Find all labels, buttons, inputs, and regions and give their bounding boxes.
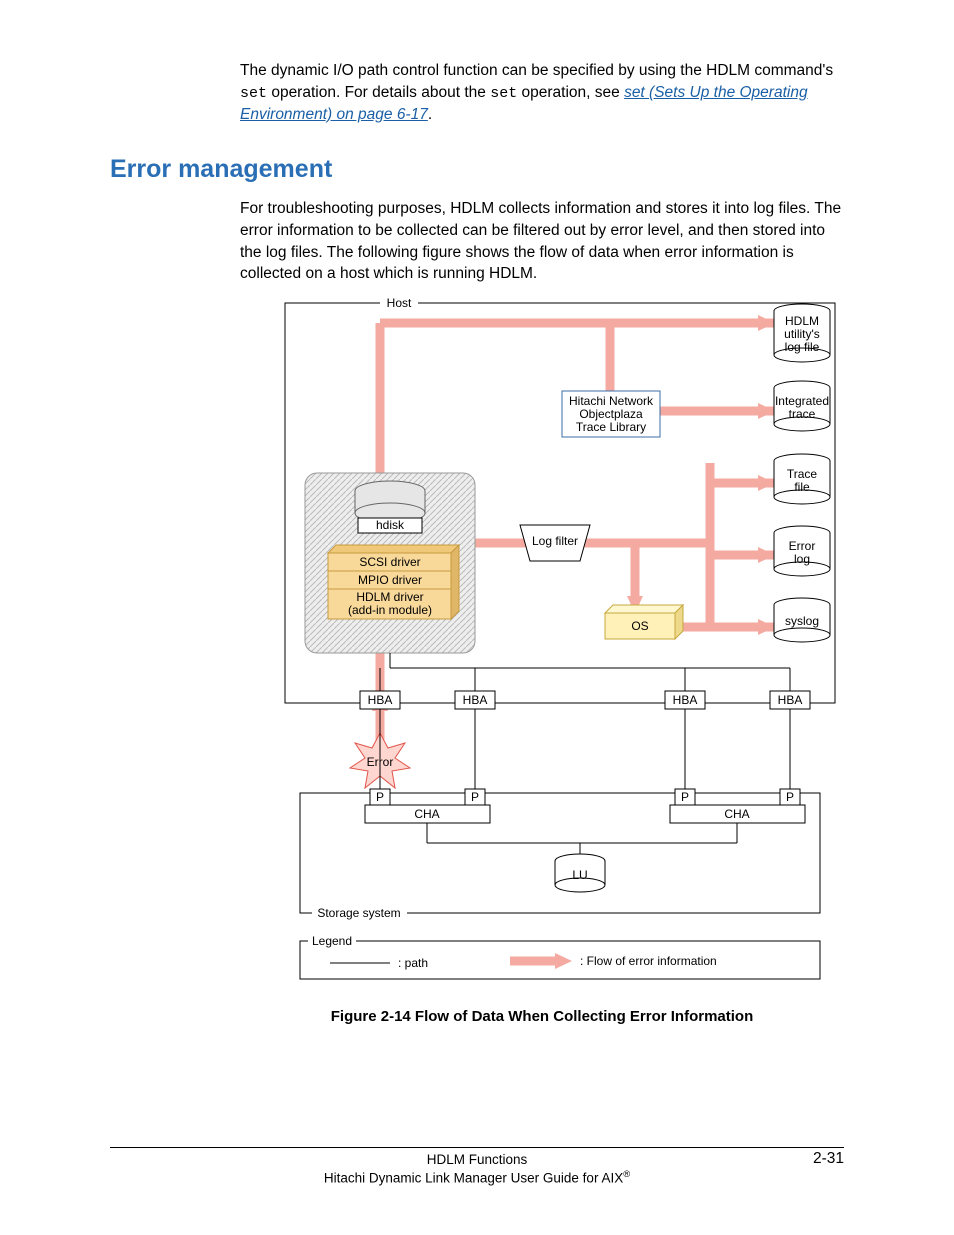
cylinder-integrated-trace: Integrated trace [774, 381, 830, 431]
intro-text-2: operation. For details about the [267, 84, 490, 101]
figure-caption: Figure 2-14 Flow of Data When Collecting… [240, 1008, 844, 1025]
code-set-2: set [490, 85, 517, 102]
label-trace-lib3: Trace Library [576, 420, 646, 434]
label-hdisk: hdisk [376, 518, 405, 532]
label-trace-lib1: Hitachi Network [569, 394, 654, 408]
label-os: OS [631, 619, 648, 633]
svg-text:HDLM: HDLM [785, 314, 819, 328]
legend-flow: : Flow of error information [580, 954, 717, 968]
label-legend: Legend [312, 934, 352, 948]
figure-svg: Host hdisk SCSI driver MPIO dri [280, 293, 840, 993]
label-hba-2: HBA [463, 693, 488, 707]
heading-error-management: Error management [110, 155, 844, 184]
label-host: Host [387, 296, 412, 310]
label-p-2: P [471, 790, 479, 804]
footer-page-number: 2-31 [813, 1150, 844, 1168]
registered-mark: ® [623, 1169, 630, 1180]
intro-text-3: operation, see [517, 84, 624, 101]
svg-text:log: log [794, 552, 810, 566]
cylinder-syslog: syslog [774, 598, 830, 642]
body-paragraph: For troubleshooting purposes, HDLM colle… [240, 198, 844, 285]
svg-text:trace: trace [789, 407, 816, 421]
label-hba-4: HBA [778, 693, 803, 707]
label-hdlm-driver: HDLM driver [356, 590, 423, 604]
figure-2-14: Host hdisk SCSI driver MPIO dri [280, 293, 840, 998]
intro-paragraph: The dynamic I/O path control function ca… [240, 60, 844, 125]
label-mpio: MPIO driver [358, 573, 422, 587]
label-hba-3: HBA [673, 693, 698, 707]
svg-text:Integrated: Integrated [775, 394, 829, 408]
legend-path: : path [398, 956, 428, 970]
label-cha-2: CHA [724, 807, 749, 821]
label-p-3: P [681, 790, 689, 804]
svg-text:file: file [794, 480, 810, 494]
page-footer: HDLM Functions 2-31 Hitachi Dynamic Link… [110, 1147, 844, 1186]
label-p-4: P [786, 790, 794, 804]
intro-text-4: . [428, 106, 432, 123]
svg-text:utility's: utility's [784, 327, 820, 341]
svg-text:Error: Error [789, 539, 816, 553]
label-hdlm-driver2: (add-in module) [348, 603, 432, 617]
label-p-1: P [376, 790, 384, 804]
cylinder-trace-file: Trace file [774, 454, 830, 504]
label-scsi: SCSI driver [359, 555, 420, 569]
svg-text:log file: log file [785, 340, 820, 354]
svg-text:Trace: Trace [787, 467, 818, 481]
label-cha-1: CHA [414, 807, 439, 821]
label-lu: LU [572, 868, 587, 882]
footer-section: HDLM Functions [427, 1152, 528, 1167]
cylinder-hdlm-utility-log: HDLM utility's log file [774, 304, 830, 362]
label-log-filter: Log filter [532, 534, 578, 548]
code-set-1: set [240, 85, 267, 102]
cylinder-error-log: Error log [774, 526, 830, 576]
footer-book-title: Hitachi Dynamic Link Manager User Guide … [324, 1170, 623, 1185]
label-storage-system: Storage system [317, 906, 400, 920]
intro-text-1: The dynamic I/O path control function ca… [240, 62, 833, 79]
svg-text:syslog: syslog [785, 614, 819, 628]
label-hba-1: HBA [368, 693, 393, 707]
label-trace-lib2: Objectplaza [579, 407, 643, 421]
